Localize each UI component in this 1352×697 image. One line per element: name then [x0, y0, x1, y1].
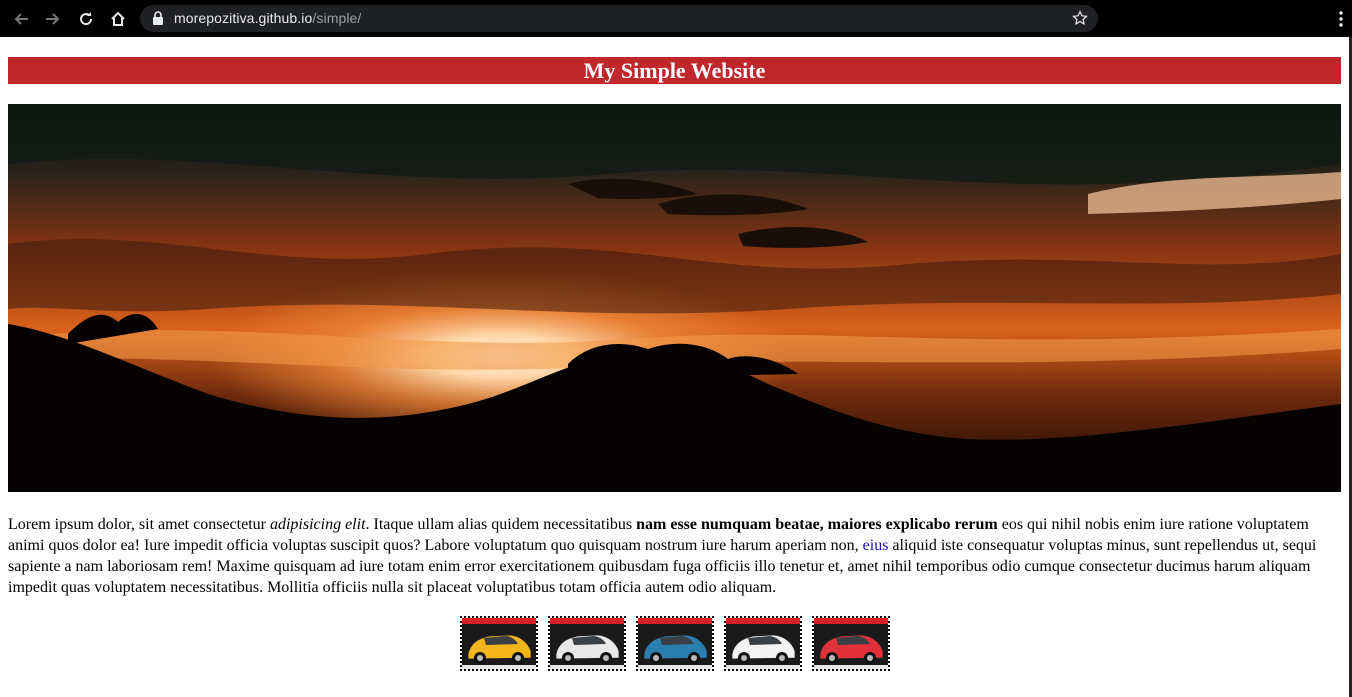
forward-icon[interactable] — [42, 8, 64, 30]
home-icon[interactable] — [107, 8, 129, 30]
car-image — [813, 618, 888, 669]
gallery-thumb-green-white-car[interactable] — [723, 616, 802, 671]
page-content: My Simple Website Lorem ipsum dolor, sit… — [8, 37, 1341, 671]
car-gallery — [8, 616, 1341, 671]
gallery-thumb-blue-car[interactable] — [635, 616, 714, 671]
url-path: /simple/ — [312, 10, 362, 26]
car-image — [549, 618, 624, 669]
car-image — [461, 618, 536, 669]
intro-paragraph: Lorem ipsum dolor, sit amet consectetur … — [8, 514, 1341, 598]
intro-text-1: Lorem ipsum dolor, sit amet consectetur — [8, 516, 270, 533]
gallery-thumb-red-car[interactable] — [811, 616, 890, 671]
url-text[interactable]: morepozitiva.github.io/simple/ — [174, 10, 361, 26]
gallery-thumb-yellow-car[interactable] — [459, 616, 538, 671]
back-icon[interactable] — [10, 8, 32, 30]
car-image — [725, 618, 800, 669]
reload-icon[interactable] — [75, 8, 97, 30]
intro-text-2: . Itaque ullam alias quidem necessitatib… — [365, 516, 637, 533]
gallery-thumb-white-car[interactable] — [547, 616, 626, 671]
star-icon[interactable] — [1072, 10, 1088, 31]
car-image — [637, 618, 712, 669]
browser-toolbar: morepozitiva.github.io/simple/ — [0, 0, 1352, 37]
intro-bold: nam esse numquam beatae, maiores explica… — [636, 516, 998, 533]
menu-icon[interactable] — [1334, 9, 1348, 29]
sunset-hero-image — [8, 104, 1341, 492]
lock-icon[interactable] — [152, 11, 164, 30]
site-title: My Simple Website — [8, 57, 1341, 84]
address-bar[interactable]: morepozitiva.github.io/simple/ — [140, 5, 1098, 32]
intro-italic: adipisicing elit — [269, 516, 366, 533]
intro-link[interactable]: eius — [863, 537, 889, 554]
url-host: morepozitiva.github.io — [174, 10, 313, 26]
